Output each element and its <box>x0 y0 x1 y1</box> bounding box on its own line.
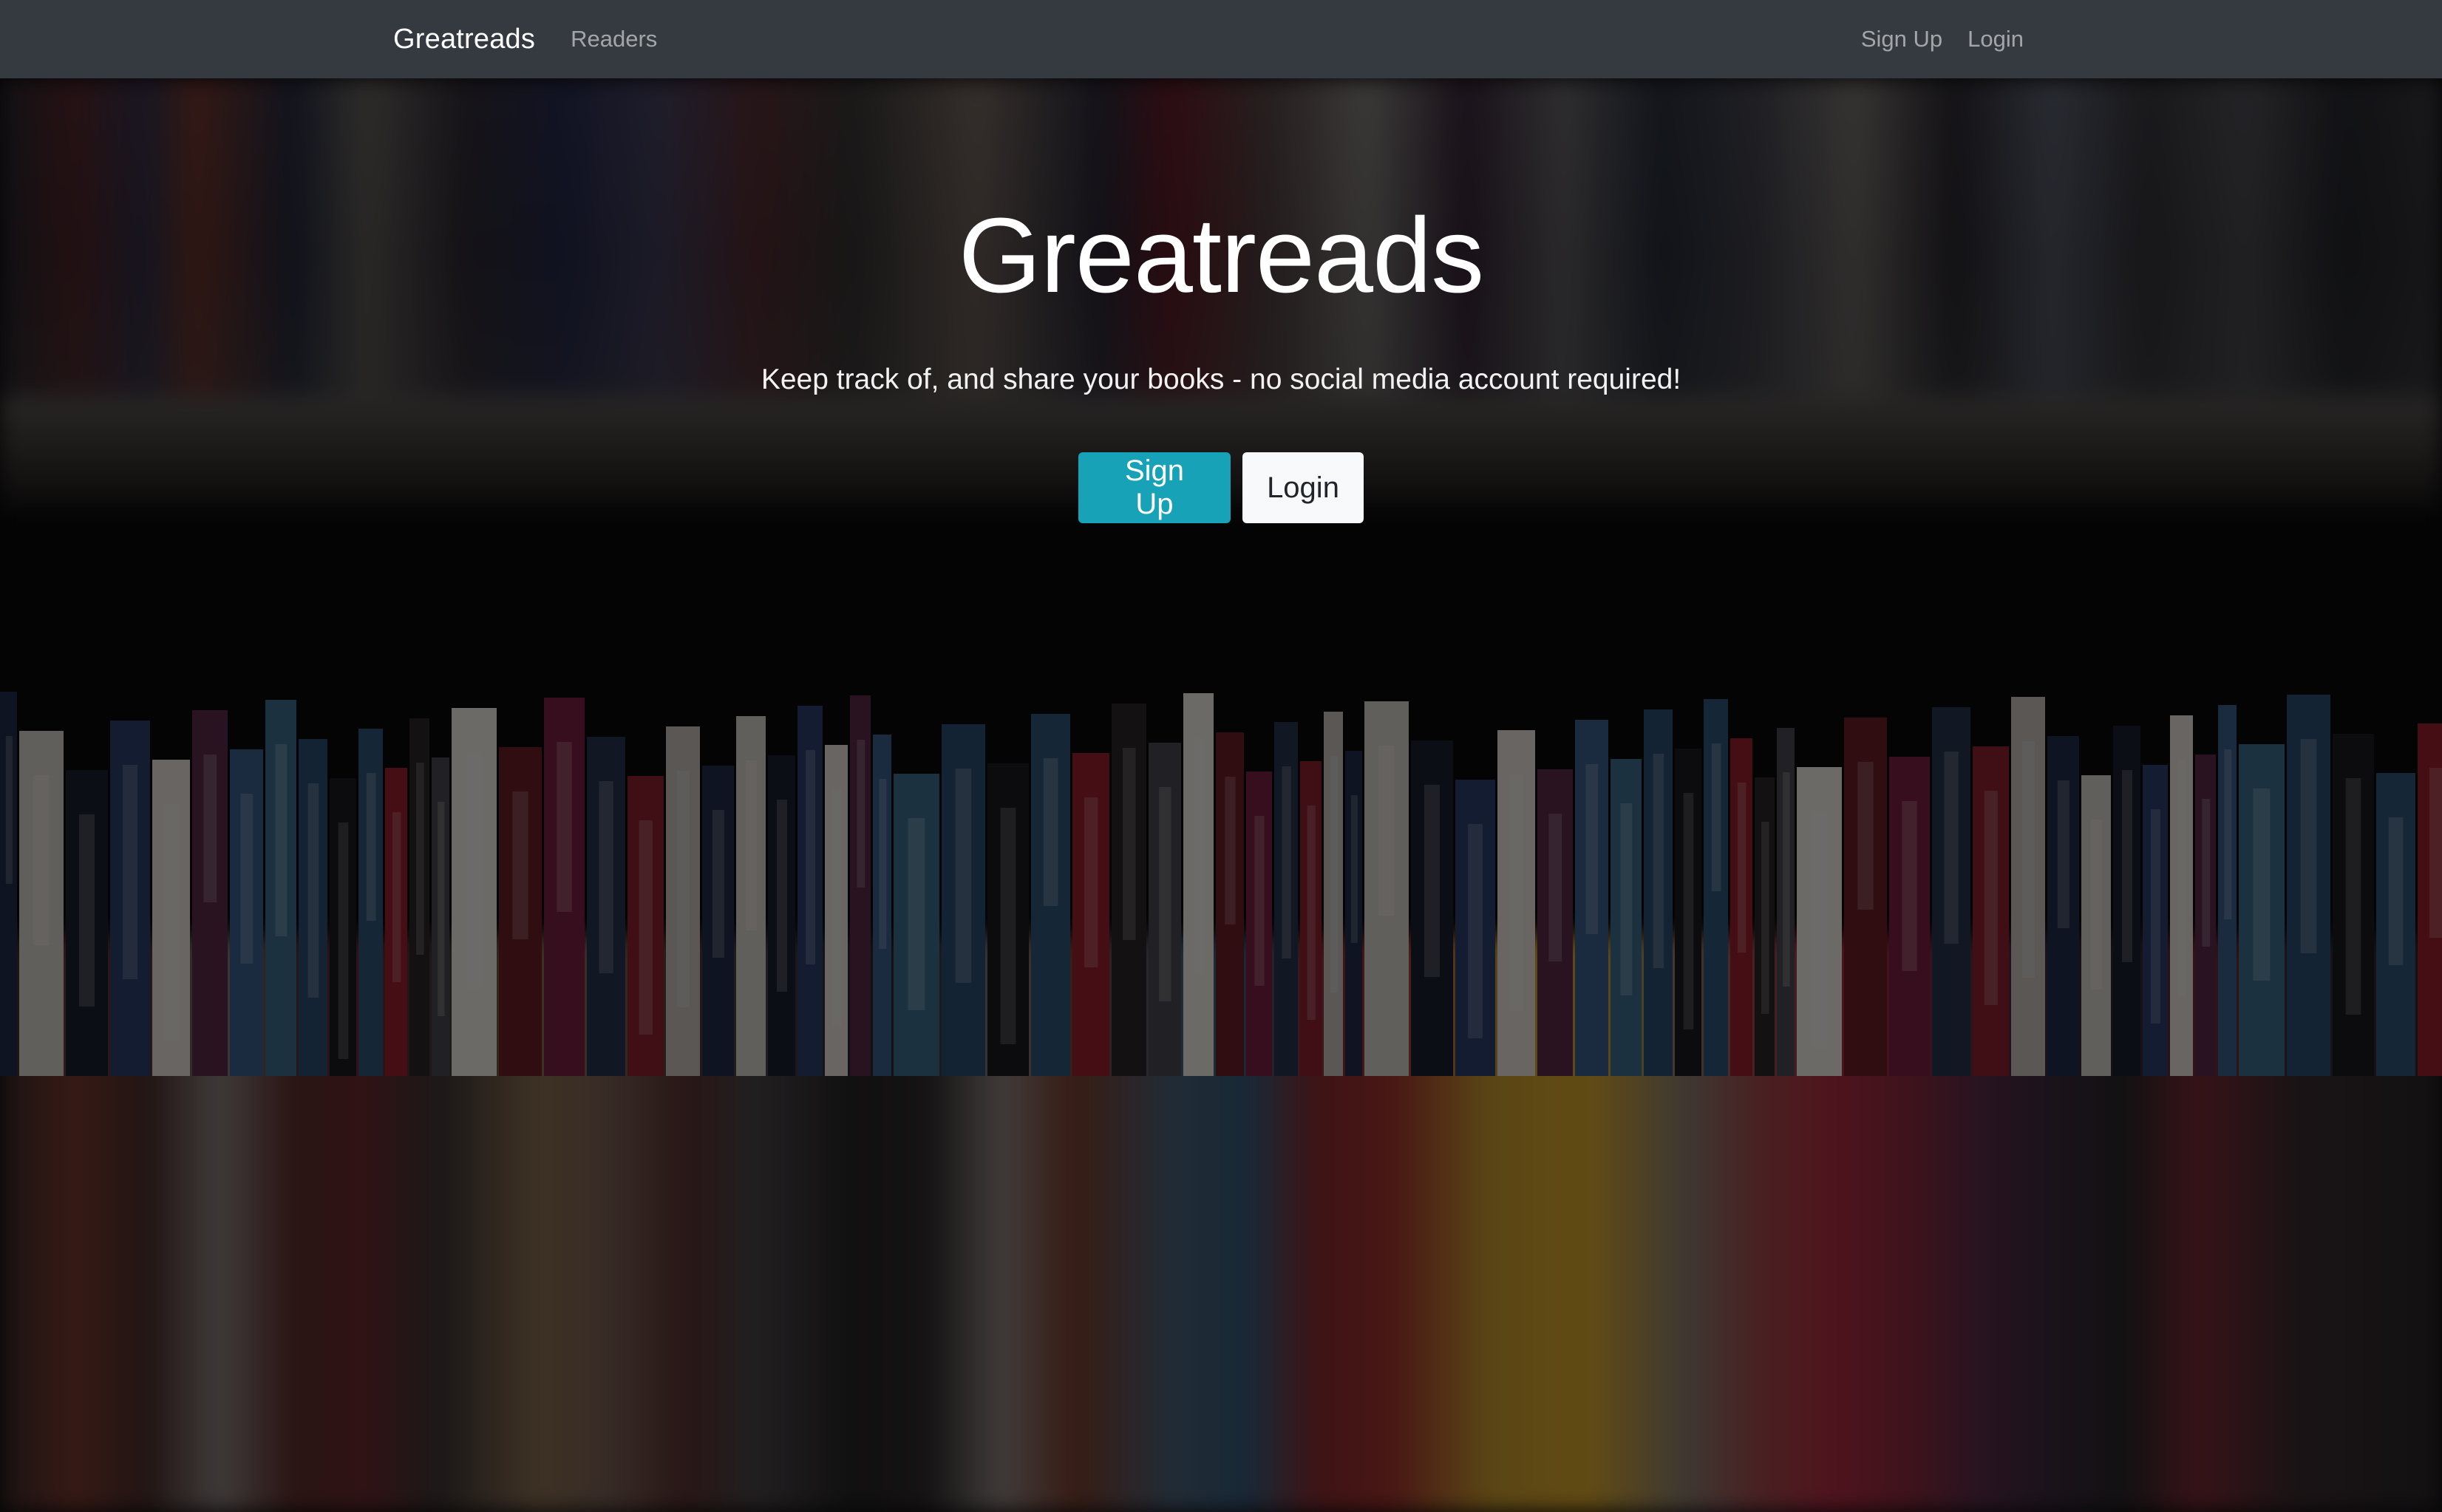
navbar-container: Greatreads Readers Sign Up Login <box>393 0 2024 78</box>
top-navbar: Greatreads Readers Sign Up Login <box>0 0 2442 78</box>
nav-link-sign-up[interactable]: Sign Up <box>1861 26 1942 52</box>
hero-subtitle: Keep track of, and share your books - no… <box>761 364 1681 395</box>
sign-up-button[interactable]: Sign Up <box>1078 452 1231 523</box>
hero-section: Greatreads Keep track of, and share your… <box>0 78 2442 1512</box>
navbar-right-links: Sign Up Login <box>1861 26 2024 52</box>
login-button[interactable]: Login <box>1242 452 1364 523</box>
hero-buttons: Sign Up Login <box>0 452 2442 523</box>
brand-link[interactable]: Greatreads <box>393 24 535 55</box>
hero-title: Greatreads <box>958 196 1484 315</box>
nav-link-login[interactable]: Login <box>1967 26 2024 52</box>
nav-link-readers[interactable]: Readers <box>571 26 657 52</box>
